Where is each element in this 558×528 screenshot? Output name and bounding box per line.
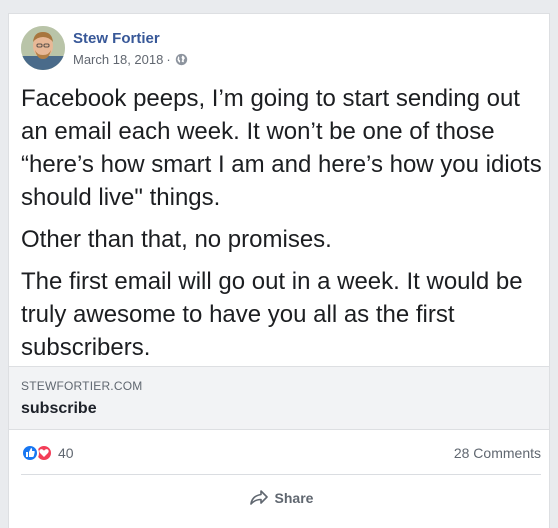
link-domain: STEWFORTIER.COM — [21, 379, 143, 393]
link-title[interactable]: subscribe — [21, 400, 97, 418]
post-paragraph: Facebook peeps, I’m going to start sendi… — [21, 85, 542, 211]
author-name[interactable]: Stew Fortier — [73, 30, 160, 47]
reaction-count: 40 — [58, 445, 74, 461]
post-paragraph: Other than that, no promises. — [21, 226, 332, 253]
share-button[interactable]: Share — [21, 480, 541, 516]
comments-count[interactable]: 28 Comments — [454, 445, 541, 461]
action-divider — [21, 474, 541, 475]
globe-icon — [175, 53, 187, 66]
post-meta: March 18, 2018 · — [73, 52, 188, 67]
avatar-image — [21, 26, 65, 70]
avatar[interactable] — [21, 26, 65, 70]
share-label: Share — [274, 490, 314, 506]
post-stats: 40 28 Comments — [21, 442, 541, 464]
post-card: Stew Fortier March 18, 2018 · Facebook p… — [8, 13, 550, 528]
post-date[interactable]: March 18, 2018 — [73, 52, 163, 67]
share-icon — [249, 490, 268, 505]
like-icon — [21, 444, 39, 462]
post-body: Facebook peeps, I’m going to start sendi… — [21, 82, 543, 373]
meta-separator: · — [166, 52, 171, 67]
link-preview[interactable]: STEWFORTIER.COM subscribe — [9, 366, 549, 430]
reactions-summary[interactable]: 40 — [21, 444, 74, 462]
post-header: Stew Fortier March 18, 2018 · — [21, 26, 541, 70]
post-paragraph: The first email will go out in a week. I… — [21, 268, 523, 361]
